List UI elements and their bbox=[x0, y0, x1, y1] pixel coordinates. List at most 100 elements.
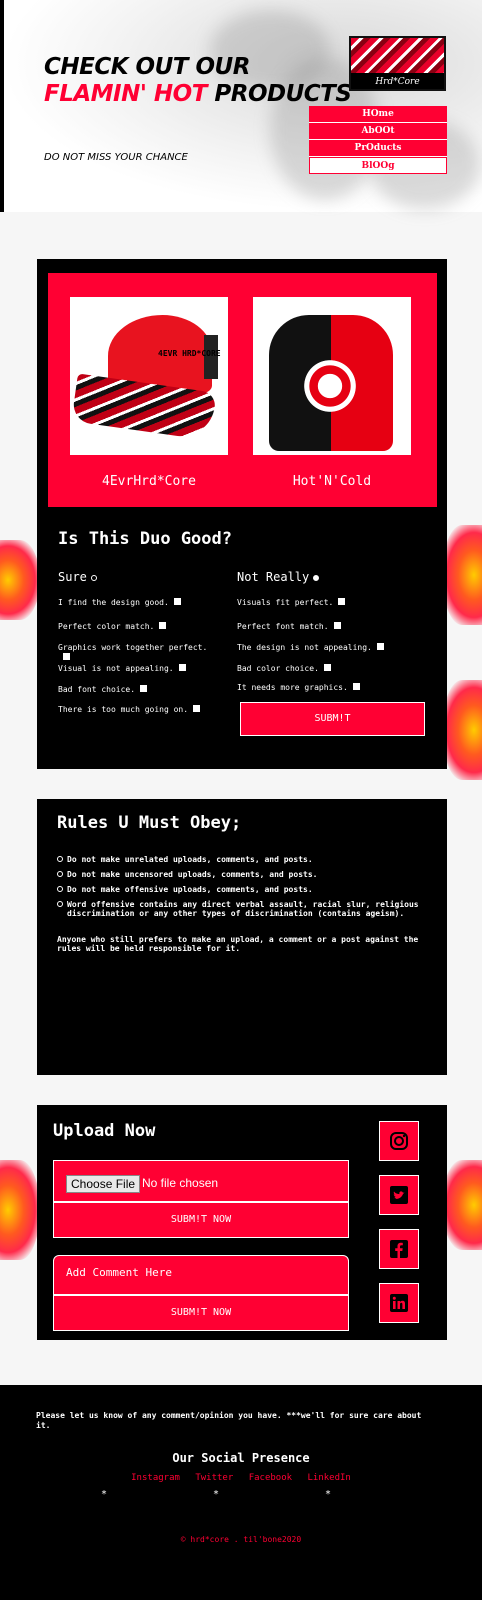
file-upload-field: Choose File No file chosen bbox=[53, 1160, 349, 1202]
flame-decoration bbox=[442, 1160, 482, 1250]
option-label: Bad font choice. bbox=[58, 685, 136, 694]
checkbox[interactable] bbox=[323, 664, 331, 671]
twitter-icon bbox=[390, 1186, 408, 1204]
footer-message: Please let us know of any comment/opinio… bbox=[36, 1411, 422, 1430]
option-label: Visual is not appealing. bbox=[58, 664, 174, 673]
checkbox[interactable] bbox=[178, 664, 186, 671]
footer-link-twitter[interactable]: Twitter bbox=[195, 1473, 233, 1483]
footer-link-facebook[interactable]: Facebook bbox=[249, 1473, 292, 1483]
flame-decoration bbox=[442, 680, 482, 780]
checkbox[interactable] bbox=[376, 643, 384, 650]
rule-item: Word offensive contains any direct verba… bbox=[57, 900, 427, 918]
checkbox-option[interactable]: The design is not appealing. bbox=[237, 643, 384, 653]
cap-logo-text: 4EVR HRD*CORE bbox=[158, 349, 221, 358]
choose-file-button[interactable]: Choose File bbox=[66, 1175, 141, 1193]
survey-option-not-really[interactable]: Not Really bbox=[237, 570, 320, 584]
checkbox[interactable] bbox=[159, 622, 167, 629]
hero-edge bbox=[0, 0, 4, 212]
survey-option-sure[interactable]: Sure bbox=[58, 570, 97, 584]
footer-link-instagram[interactable]: Instagram bbox=[131, 1473, 180, 1483]
footer-dots: * * * bbox=[100, 1489, 382, 1500]
facebook-icon bbox=[390, 1240, 408, 1258]
brand-logo[interactable]: Hrd*Core bbox=[349, 36, 446, 91]
nav-item-blog[interactable]: BlOOg bbox=[309, 157, 447, 174]
twitter-button[interactable] bbox=[379, 1175, 419, 1215]
copyright: © hrd*core . til'bone2020 bbox=[180, 1535, 302, 1544]
survey-title: Is This Duo Good? bbox=[58, 529, 232, 549]
title-line-1: CHECK OUT OUR bbox=[44, 54, 250, 80]
nav-item-products[interactable]: PrOducts bbox=[309, 140, 447, 157]
option-label: Visuals fit perfect. bbox=[237, 598, 334, 607]
title-line-2: FLAMIN' HOT PRODUCTS bbox=[44, 81, 352, 108]
checkbox-option[interactable]: Perfect color match. bbox=[58, 622, 167, 632]
checkbox[interactable] bbox=[193, 705, 201, 712]
checkbox-option[interactable]: Graphics work together perfect. bbox=[58, 643, 208, 663]
option-label: There is too much going on. bbox=[58, 705, 189, 714]
facebook-button[interactable] bbox=[379, 1229, 419, 1269]
nav-item-home[interactable]: HOme bbox=[309, 106, 447, 123]
product-image-hoodie[interactable] bbox=[253, 297, 411, 455]
flame-decoration bbox=[442, 525, 482, 625]
hoodie-emblem bbox=[297, 359, 363, 413]
instagram-button[interactable] bbox=[379, 1121, 419, 1161]
product-survey-panel: 4EVR HRD*CORE 4EvrHrd*Core Hot'N'Cold Is… bbox=[37, 259, 447, 769]
comment-input[interactable]: Add Comment Here bbox=[53, 1255, 349, 1295]
linkedin-button[interactable] bbox=[379, 1283, 419, 1323]
rules-panel: Rules U Must Obey; Do not make unrelated… bbox=[37, 799, 447, 1075]
product-name: 4EvrHrd*Core bbox=[102, 474, 196, 489]
option-label: It needs more graphics. bbox=[237, 683, 348, 692]
radio-sure[interactable] bbox=[90, 574, 97, 581]
product-image-cap[interactable]: 4EVR HRD*CORE bbox=[70, 297, 228, 455]
nav-item-about[interactable]: AbOOt bbox=[309, 123, 447, 140]
checkbox[interactable] bbox=[338, 598, 346, 605]
page-title: CHECK OUT OUR FLAMIN' HOT PRODUCTS bbox=[44, 54, 352, 108]
rule-item: Do not make offensive uploads, comments,… bbox=[57, 885, 427, 894]
footer-social-title: Our Social Presence bbox=[172, 1451, 310, 1465]
tagline: DO NOT MISS YOUR CHANCE bbox=[44, 152, 188, 163]
upload-panel: Upload Now Choose File No file chosen SU… bbox=[37, 1105, 447, 1340]
main-nav: HOme AbOOt PrOducts BlOOg bbox=[309, 106, 447, 174]
hero-header: CHECK OUT OUR FLAMIN' HOT PRODUCTS DO NO… bbox=[0, 0, 482, 212]
file-status: No file chosen bbox=[142, 1176, 219, 1190]
flame-decoration bbox=[0, 1160, 40, 1260]
linkedin-icon bbox=[390, 1294, 408, 1312]
checkbox[interactable] bbox=[352, 683, 360, 690]
footer-link-linkedin[interactable]: LinkedIn bbox=[307, 1473, 350, 1483]
page-footer: Please let us know of any comment/opinio… bbox=[0, 1385, 482, 1600]
option-label: Perfect font match. bbox=[237, 622, 329, 631]
checkbox-option[interactable]: I find the design good. bbox=[58, 598, 181, 608]
checkbox[interactable] bbox=[173, 598, 181, 605]
rules-list: Do not make unrelated uploads, comments,… bbox=[57, 855, 427, 924]
option-label: Bad color choice. bbox=[237, 664, 319, 673]
option-label: Perfect color match. bbox=[58, 622, 155, 631]
products-showcase: 4EVR HRD*CORE 4EvrHrd*Core Hot'N'Cold bbox=[48, 273, 437, 507]
rule-item: Do not make uncensored uploads, comments… bbox=[57, 870, 427, 879]
radio-not-really[interactable] bbox=[313, 574, 320, 581]
comment-submit-button[interactable]: SUBM!T NOW bbox=[53, 1295, 349, 1331]
survey-submit-button[interactable]: SUBM!T bbox=[240, 702, 425, 736]
option-label: I find the design good. bbox=[58, 598, 169, 607]
checkbox-option[interactable]: It needs more graphics. bbox=[237, 683, 360, 693]
checkbox-option[interactable]: Perfect font match. bbox=[237, 622, 341, 632]
product-name: Hot'N'Cold bbox=[292, 474, 372, 489]
rule-item: Do not make unrelated uploads, comments,… bbox=[57, 855, 427, 864]
checkbox-option[interactable]: Visuals fit perfect. bbox=[237, 598, 346, 608]
option-label: The design is not appealing. bbox=[237, 643, 372, 652]
title-red-text: FLAMIN' HOT bbox=[44, 81, 207, 107]
option-label: Graphics work together perfect. bbox=[58, 643, 208, 652]
checkbox[interactable] bbox=[63, 653, 70, 660]
checkbox-option[interactable]: There is too much going on. bbox=[58, 705, 201, 715]
not-really-label: Not Really bbox=[237, 570, 310, 584]
logo-swirl bbox=[351, 38, 444, 73]
checkbox-option[interactable]: Bad font choice. bbox=[58, 685, 148, 695]
checkbox[interactable] bbox=[140, 685, 148, 692]
checkbox-option[interactable]: Visual is not appealing. bbox=[58, 664, 186, 674]
footer-social-links: Instagram Twitter Facebook LinkedIn bbox=[0, 1473, 482, 1483]
checkbox-option[interactable]: Bad color choice. bbox=[237, 664, 331, 674]
sure-label: Sure bbox=[58, 570, 87, 584]
upload-submit-button[interactable]: SUBM!T NOW bbox=[53, 1202, 349, 1238]
checkbox[interactable] bbox=[333, 622, 341, 629]
title-rest-text: PRODUCTS bbox=[206, 81, 352, 107]
upload-title: Upload Now bbox=[53, 1121, 156, 1141]
instagram-icon bbox=[390, 1132, 408, 1150]
